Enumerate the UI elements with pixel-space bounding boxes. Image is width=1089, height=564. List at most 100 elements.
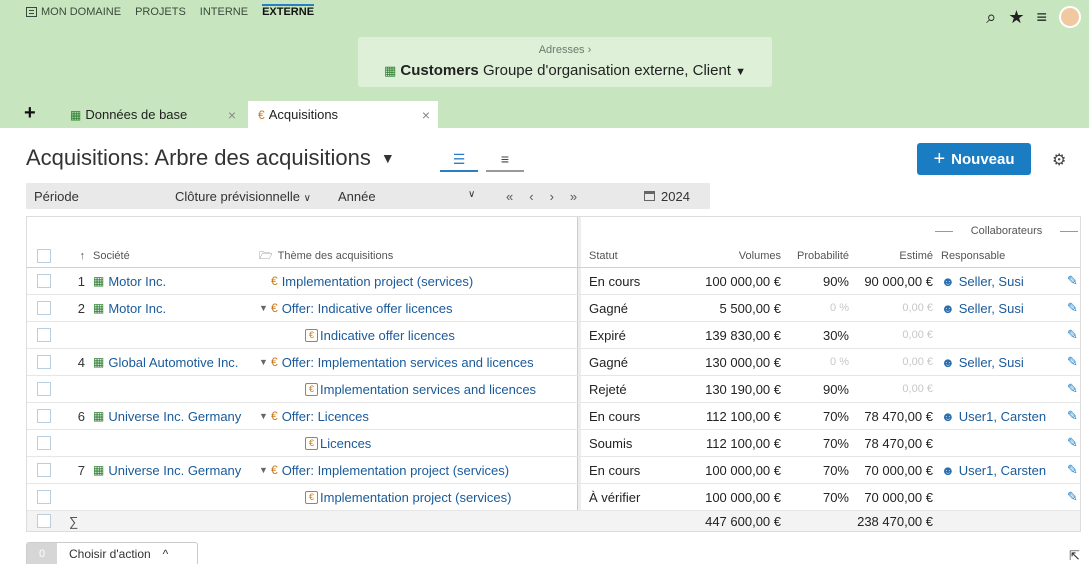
page-title[interactable]: Acquisitions: Arbre des acquisitions ▼: [26, 145, 395, 171]
societe-link[interactable]: ▦ Motor Inc.: [93, 268, 253, 294]
probabilite-value: 70%: [822, 408, 849, 424]
table-row[interactable]: € Implementation project (services) À véri…: [27, 484, 1080, 511]
row-checkbox[interactable]: [37, 409, 51, 423]
row-checkbox[interactable]: [37, 328, 51, 342]
responsable-link[interactable]: [941, 484, 1066, 510]
row-checkbox[interactable]: [37, 490, 51, 504]
footer-checkbox[interactable]: [37, 514, 51, 528]
responsable-link[interactable]: [941, 322, 1066, 348]
granularity-select[interactable]: Année ∨: [338, 189, 475, 204]
menu-icon[interactable]: ≡: [1036, 7, 1047, 28]
theme-link[interactable]: ▼ € Offer: Implementation services and lic…: [259, 349, 575, 375]
edit-icon[interactable]: ✎: [1067, 295, 1081, 321]
societe-link[interactable]: ▦ Universe Inc. Germany: [93, 457, 253, 483]
edit-icon[interactable]: ✎: [1067, 403, 1081, 429]
prev-period-icon[interactable]: ‹: [529, 189, 533, 204]
theme-link[interactable]: ▼ € Offer: Licences: [259, 403, 575, 429]
close-icon[interactable]: ×: [422, 107, 430, 123]
theme-link[interactable]: € Licences: [259, 430, 575, 456]
col-theme[interactable]: 🗁 Thème des acquisitions: [259, 245, 575, 267]
theme-link[interactable]: € Implementation project (services): [259, 484, 575, 510]
main-nav: MON DOMAINE PROJETS INTERNE EXTERNE: [26, 4, 315, 20]
responsable-link[interactable]: ☻ Seller, Susi: [941, 349, 1066, 375]
breadcrumb[interactable]: Adresses ›: [358, 44, 772, 56]
last-period-icon[interactable]: »: [570, 189, 577, 204]
row-checkbox[interactable]: [37, 355, 51, 369]
col-responsable[interactable]: Responsable: [941, 245, 1066, 267]
responsable-link[interactable]: ☻ User1, Carsten: [941, 457, 1066, 483]
tab-donnees-de-base[interactable]: ▦ Données de base ×: [60, 101, 244, 128]
row-checkbox[interactable]: [37, 436, 51, 450]
avatar[interactable]: [1059, 6, 1081, 28]
societe-link[interactable]: [93, 430, 253, 456]
close-icon[interactable]: ×: [228, 107, 236, 123]
new-button[interactable]: + Nouveau: [917, 143, 1031, 175]
table-row[interactable]: 2 ▦ Motor Inc. ▼ € Offer: Indicative offer li…: [27, 295, 1080, 322]
edit-icon[interactable]: ✎: [1067, 376, 1081, 402]
societe-link[interactable]: [93, 376, 253, 402]
row-checkbox[interactable]: [37, 274, 51, 288]
add-tab-icon[interactable]: +: [24, 102, 36, 125]
row-checkbox[interactable]: [37, 463, 51, 477]
table-row[interactable]: € Licences Soumis 112 100,00 € 70% 78 470,00 …: [27, 430, 1080, 457]
next-period-icon[interactable]: ›: [550, 189, 554, 204]
responsable-link[interactable]: [941, 376, 1066, 402]
societe-link[interactable]: [93, 322, 253, 348]
theme-link[interactable]: € Indicative offer licences: [259, 322, 575, 348]
responsable-link[interactable]: ☻ Seller, Susi: [941, 268, 1066, 294]
table-row[interactable]: € Implementation services and licences Rej…: [27, 376, 1080, 403]
edit-icon[interactable]: ✎: [1067, 349, 1081, 375]
action-bar[interactable]: 0 Choisir d'action ^: [26, 542, 198, 564]
responsable-link[interactable]: ☻ User1, Carsten: [941, 403, 1066, 429]
col-statut[interactable]: Statut: [589, 245, 689, 267]
expand-toggle-icon[interactable]: ▼: [259, 465, 271, 475]
table-row[interactable]: 4 ▦ Global Automotive Inc. ▼ € Offer: Impleme…: [27, 349, 1080, 376]
societe-link[interactable]: ▦ Universe Inc. Germany: [93, 403, 253, 429]
edit-icon[interactable]: ✎: [1067, 430, 1081, 456]
list-view-icon[interactable]: ≡: [486, 148, 524, 172]
first-period-icon[interactable]: «: [506, 189, 513, 204]
select-all-checkbox[interactable]: [37, 249, 51, 263]
table-row[interactable]: 6 ▦ Universe Inc. Germany ▼ € Offer: Licences…: [27, 403, 1080, 430]
expand-toggle-icon[interactable]: ▼: [259, 411, 271, 421]
export-icon[interactable]: ⇱: [1069, 548, 1080, 564]
volumes-value: 100 000,00 €: [705, 462, 781, 478]
settings-icon[interactable]: ⚙: [1052, 150, 1066, 170]
nav-item-projets[interactable]: PROJETS: [135, 6, 186, 20]
nav-item-interne[interactable]: INTERNE: [200, 6, 248, 20]
responsable-link[interactable]: [941, 430, 1066, 456]
search-icon[interactable]: ⌕: [986, 7, 996, 28]
theme-link[interactable]: € Implementation services and licences: [259, 376, 575, 402]
societe-link[interactable]: [93, 484, 253, 510]
tab-acquisitions[interactable]: € Acquisitions ×: [248, 101, 438, 128]
responsable-link[interactable]: ☻ Seller, Susi: [941, 295, 1066, 321]
col-probabilite[interactable]: Probabilité: [783, 245, 849, 267]
societe-link[interactable]: ▦ Motor Inc.: [93, 295, 253, 321]
theme-link[interactable]: ▼ € Offer: Indicative offer licences: [259, 295, 575, 321]
col-volumes[interactable]: Volumes: [687, 245, 781, 267]
table-row[interactable]: € Indicative offer licences Expiré 139 830,…: [27, 322, 1080, 349]
theme-link[interactable]: ▼ € Offer: Implementation project (service…: [259, 457, 575, 483]
row-checkbox[interactable]: [37, 382, 51, 396]
closing-select[interactable]: Clôture prévisionnelle ∨: [175, 189, 311, 204]
row-checkbox[interactable]: [37, 301, 51, 315]
context-title[interactable]: ▦ Customers Groupe d'organisation extern…: [358, 62, 772, 79]
table-row[interactable]: 7 ▦ Universe Inc. Germany ▼ € Offer: Implemen…: [27, 457, 1080, 484]
edit-icon[interactable]: ✎: [1067, 268, 1081, 294]
nav-item-mon-domaine[interactable]: MON DOMAINE: [26, 6, 121, 20]
sort-icon[interactable]: ↑: [65, 245, 86, 267]
year-picker[interactable]: 2024: [644, 189, 690, 204]
edit-icon[interactable]: ✎: [1067, 322, 1081, 348]
edit-icon[interactable]: ✎: [1067, 457, 1081, 483]
star-icon[interactable]: ★: [1008, 7, 1024, 28]
col-estime[interactable]: Estimé: [855, 245, 933, 267]
expand-toggle-icon[interactable]: ▼: [259, 303, 271, 313]
table-row[interactable]: 1 ▦ Motor Inc. € Implementation project (ser…: [27, 268, 1080, 295]
theme-link[interactable]: € Implementation project (services): [259, 268, 575, 294]
societe-link[interactable]: ▦ Global Automotive Inc.: [93, 349, 253, 375]
col-societe[interactable]: Société: [93, 245, 253, 267]
edit-icon[interactable]: ✎: [1067, 484, 1081, 510]
nav-item-externe[interactable]: EXTERNE: [262, 4, 315, 20]
expand-toggle-icon[interactable]: ▼: [259, 357, 271, 367]
tree-view-icon[interactable]: ☰: [440, 148, 478, 172]
